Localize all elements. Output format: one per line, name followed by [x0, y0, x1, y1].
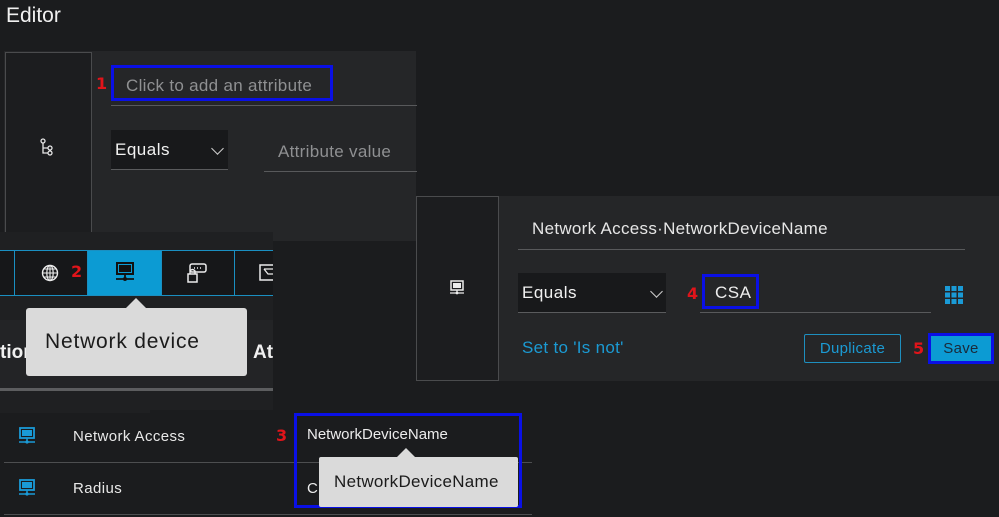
add-attribute-placeholder: Click to add an attribute	[126, 76, 313, 95]
column-header-divider	[0, 388, 273, 391]
operator-value: Equals	[115, 140, 170, 159]
operator-select[interactable]: Equals	[111, 130, 228, 170]
attribute-value: CSA	[715, 283, 752, 302]
attribute-value-placeholder: Attribute value	[278, 142, 392, 161]
network-device-icon	[19, 427, 35, 444]
tab-certificate[interactable]	[235, 251, 273, 295]
network-device-tooltip: Network device	[26, 298, 247, 376]
row-divider	[4, 514, 532, 515]
add-attribute-field[interactable]: Click to add an attribute	[111, 65, 333, 101]
step-number-3: 3	[276, 426, 288, 445]
dictionary-name: Radius	[73, 480, 123, 497]
set-is-not-link[interactable]: Set to 'Is not'	[522, 338, 624, 358]
locked-server-icon	[187, 263, 207, 283]
network-device-icon	[116, 262, 134, 281]
step-number-4: 4	[687, 284, 699, 303]
tooltip-text: NetworkDeviceName	[334, 472, 499, 491]
attribute-value-input[interactable]: CSA	[702, 274, 759, 309]
operator-value: Equals	[522, 283, 577, 302]
attribute-value-input[interactable]: Attribute value	[264, 130, 417, 172]
save-button[interactable]: Save	[928, 333, 994, 364]
table-row[interactable]: Radius	[0, 464, 290, 512]
dictionary-name: Network Access	[73, 428, 186, 445]
tab-list[interactable]	[0, 251, 15, 295]
network-device-icon	[450, 280, 464, 295]
step-number-5: 5	[913, 339, 925, 358]
step-number-2: 2	[71, 262, 83, 281]
network-device-icon	[19, 479, 35, 496]
duplicate-button[interactable]: Duplicate	[804, 334, 901, 363]
column-header-attribute[interactable]: At	[253, 342, 273, 364]
tooltip-text: Network device	[45, 330, 200, 353]
grid-icon[interactable]	[945, 286, 963, 304]
attribute-field-underline	[518, 249, 965, 250]
dictionary-tab-strip	[0, 250, 273, 296]
attribute-name-tooltip: NetworkDeviceName	[319, 448, 518, 507]
globe-icon	[41, 264, 59, 282]
page-title: Editor	[6, 4, 61, 27]
table-row[interactable]: Network Access	[0, 413, 290, 461]
chevron-down-icon	[211, 142, 224, 155]
tab-network-device[interactable]	[88, 251, 162, 295]
tree-hierarchy-icon	[40, 138, 53, 156]
table-panel-edge	[0, 403, 150, 413]
chevron-down-icon	[650, 285, 663, 298]
value-field-underline	[700, 312, 931, 313]
certificate-icon	[259, 264, 273, 281]
selected-attribute[interactable]: Network Access·NetworkDeviceName	[532, 219, 828, 239]
tab-locked-server[interactable]	[162, 251, 235, 295]
step-number-1: 1	[96, 74, 108, 93]
operator-select[interactable]: Equals	[518, 273, 666, 313]
attribute-field-underline	[111, 105, 417, 106]
